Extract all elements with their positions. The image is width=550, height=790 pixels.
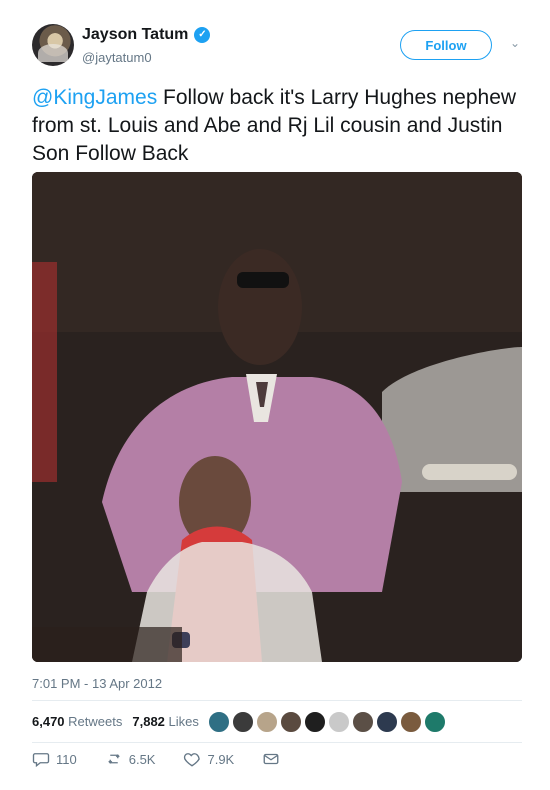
liker-avatar[interactable]	[376, 711, 398, 733]
chevron-down-icon[interactable]: ⌄	[508, 36, 522, 50]
likers-avatars[interactable]	[208, 711, 446, 733]
direct-message-action[interactable]	[262, 750, 280, 768]
likes-stat[interactable]: 7,882 Likes	[132, 714, 199, 729]
retweet-icon	[108, 754, 120, 764]
liker-avatar[interactable]	[400, 711, 422, 733]
tweet-timestamp[interactable]: 7:01 PM - 13 Apr 2012	[32, 676, 162, 691]
liker-avatar[interactable]	[304, 711, 326, 733]
envelope-icon	[263, 753, 279, 765]
user-name-row: Jayson Tatum ✓	[82, 26, 211, 44]
heart-icon	[184, 753, 201, 767]
divider-bottom	[32, 742, 522, 743]
liker-avatar[interactable]	[232, 711, 254, 733]
liker-avatar[interactable]	[328, 711, 350, 733]
tweet-stats: 6,470 Retweets 7,882 Likes	[32, 714, 199, 729]
tweet-text: @KingJames Follow back it's Larry Hughes…	[32, 84, 522, 168]
liker-avatar[interactable]	[256, 711, 278, 733]
profile-avatar[interactable]	[32, 24, 74, 66]
liker-avatar[interactable]	[352, 711, 374, 733]
reply-count: 110	[56, 751, 77, 767]
tweet-actions: 110 6.5K 7.9K	[32, 750, 280, 768]
photo-illustration	[32, 172, 522, 662]
like-action[interactable]: 7.9K	[183, 750, 234, 768]
user-handle[interactable]: @jaytatum0	[82, 50, 152, 65]
liker-avatar[interactable]	[280, 711, 302, 733]
liker-avatar[interactable]	[424, 711, 446, 733]
divider-top	[32, 700, 522, 701]
mention-link[interactable]: @KingJames	[32, 86, 157, 109]
follow-button[interactable]: Follow	[400, 30, 492, 60]
retweet-action[interactable]: 6.5K	[105, 750, 156, 768]
reply-action[interactable]: 110	[32, 750, 77, 768]
reply-icon	[32, 753, 50, 768]
tweet-photo[interactable]	[32, 172, 522, 662]
verified-badge-icon: ✓	[194, 27, 211, 43]
like-count: 7.9K	[207, 751, 235, 767]
retweet-count: 6.5K	[128, 751, 156, 767]
liker-avatar[interactable]	[208, 711, 230, 733]
retweets-stat[interactable]: 6,470 Retweets	[32, 714, 122, 729]
user-display-name[interactable]: Jayson Tatum	[82, 26, 188, 44]
